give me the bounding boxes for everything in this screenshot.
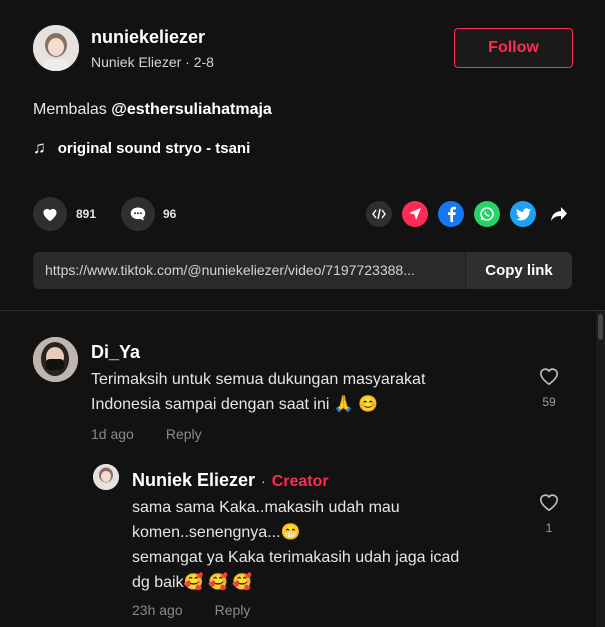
embed-button[interactable]	[366, 201, 392, 227]
reply-button[interactable]: Reply	[166, 426, 202, 442]
heart-outline-icon	[539, 494, 559, 512]
share-arrow-icon	[551, 207, 567, 221]
author-avatar[interactable]	[33, 25, 79, 71]
section-divider	[0, 310, 605, 311]
whatsapp-icon	[480, 207, 494, 221]
reply-time: 23h ago	[132, 602, 183, 618]
reply-author-name[interactable]: Nuniek Eliezer	[132, 470, 255, 491]
comment-like-count: 59	[542, 395, 556, 409]
reply-text: sama sama Kaka..makasih udah mau komen..…	[132, 495, 459, 595]
reply-line: sama sama Kaka..makasih udah mau	[132, 499, 400, 516]
comment-text: Terimaksih untuk semua dukungan masyarak…	[91, 367, 425, 417]
comment-icon	[130, 207, 146, 221]
link-box: https://www.tiktok.com/@nuniekeliezer/vi…	[33, 252, 572, 289]
scrollbar-thumb[interactable]	[598, 314, 603, 340]
video-link-text[interactable]: https://www.tiktok.com/@nuniekeliezer/vi…	[33, 252, 465, 289]
music-row[interactable]: ♫ original sound stryo - tsani	[33, 138, 250, 158]
scrollbar-track[interactable]	[596, 311, 605, 627]
send-icon	[409, 208, 421, 220]
reply-dot: ·	[261, 473, 266, 489]
like-count: 891	[76, 207, 97, 221]
author-display-name[interactable]: Nuniek Eliezer	[91, 54, 181, 70]
music-note-icon: ♫	[33, 138, 46, 157]
music-title: original sound stryo - tsani	[57, 139, 251, 157]
post-date: 2-8	[193, 54, 214, 70]
comment-like-button[interactable]	[538, 366, 560, 391]
reply-meta: 23h ago Reply	[132, 602, 250, 618]
reply-line: dg baik🥰 🥰 🥰	[132, 574, 253, 591]
reply-like-button[interactable]	[538, 492, 560, 517]
comment-line: Indonesia sampai dengan saat ini 🙏 😊	[91, 396, 379, 413]
commenter-name[interactable]: Di_Ya	[91, 342, 140, 363]
follow-button[interactable]: Follow	[454, 28, 573, 68]
comment-line: Terimaksih untuk semua dukungan masyarak…	[91, 371, 426, 388]
reply-reply-button[interactable]: Reply	[215, 602, 251, 618]
comment-button[interactable]	[121, 197, 155, 231]
comment-meta: 1d ago Reply	[91, 426, 202, 442]
caption-prefix: Membalas	[33, 101, 112, 118]
video-caption: Membalas @esthersuliahatmaja	[33, 101, 272, 119]
author-username[interactable]: nuniekeliezer	[91, 27, 205, 48]
whatsapp-button[interactable]	[474, 201, 500, 227]
comment-time: 1d ago	[91, 426, 134, 442]
reply-avatar[interactable]	[93, 464, 119, 490]
comment-count: 96	[163, 207, 177, 221]
reply-line: semangat ya Kaka terimakasih udah jaga i…	[132, 549, 460, 566]
subline-separator: ·	[181, 54, 194, 70]
more-share-button[interactable]	[546, 201, 572, 227]
facebook-button[interactable]	[438, 201, 464, 227]
twitter-icon	[515, 207, 531, 220]
facebook-icon	[448, 206, 456, 222]
embed-icon	[372, 208, 386, 220]
creator-badge: Creator	[271, 473, 329, 490]
copy-link-button[interactable]: Copy link	[465, 252, 572, 289]
caption-mention[interactable]: @esthersuliahatmaja	[111, 101, 272, 118]
reply-line: komen..senengnya...😁	[132, 524, 301, 541]
twitter-button[interactable]	[510, 201, 536, 227]
commenter-avatar[interactable]	[33, 337, 78, 382]
reply-like-count: 1	[545, 521, 553, 535]
like-button[interactable]	[33, 197, 67, 231]
heart-outline-icon	[539, 368, 559, 386]
reply-header: Nuniek Eliezer · Creator	[132, 470, 329, 491]
send-button[interactable]	[402, 201, 428, 227]
heart-icon	[43, 208, 57, 222]
author-subline: Nuniek Eliezer · 2-8	[91, 54, 214, 70]
